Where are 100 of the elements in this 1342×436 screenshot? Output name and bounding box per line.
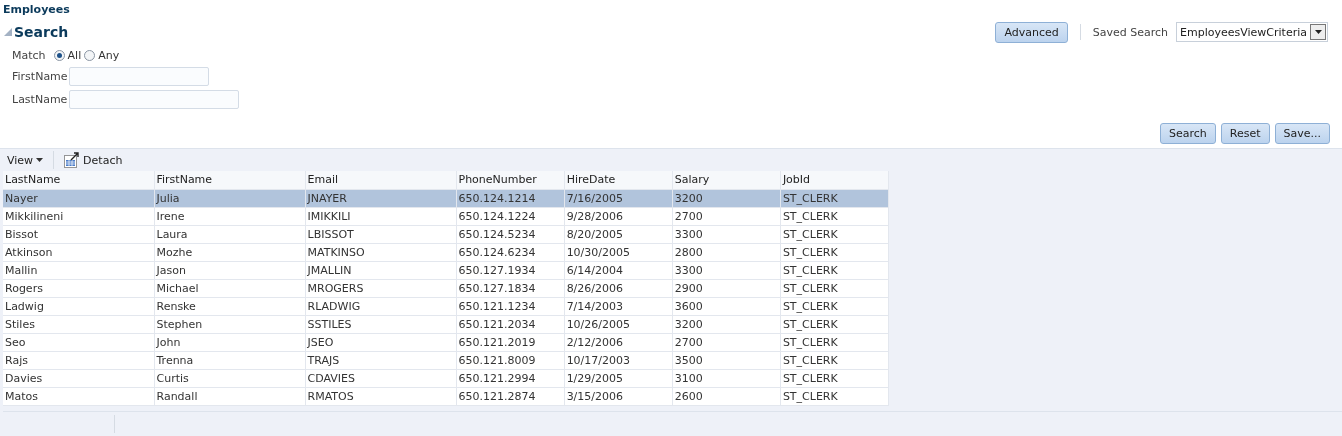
table-cell: Laura (154, 225, 305, 243)
table-cell: JMALLIN (305, 261, 456, 279)
action-button[interactable]: Save... (1274, 123, 1330, 144)
table-cell: Michael (154, 279, 305, 297)
table-cell: 650.121.2034 (456, 315, 565, 333)
table-cell: 8/20/2005 (564, 225, 673, 243)
column-header[interactable]: PhoneNumber (456, 171, 565, 189)
table-cell: Stephen (154, 315, 305, 333)
table-cell: 8/26/2006 (564, 279, 673, 297)
table-cell: ST_CLERK (780, 279, 889, 297)
table-cell: RMATOS (305, 387, 456, 405)
table-cell: IMIKKILI (305, 207, 456, 225)
detach-icon (64, 152, 81, 168)
table-cell: ST_CLERK (780, 207, 889, 225)
column-header[interactable]: HireDate (564, 171, 673, 189)
field-label: LastName (12, 93, 69, 106)
saved-search-dropdown[interactable]: EmployeesViewCriteria (1176, 22, 1328, 42)
action-button[interactable]: Reset (1220, 123, 1270, 144)
table-cell: 7/14/2003 (564, 297, 673, 315)
table-cell: 6/14/2004 (564, 261, 673, 279)
column-header[interactable]: LastName (3, 171, 154, 189)
table-cell: Atkinson (3, 243, 154, 261)
table-cell: 1/29/2005 (564, 369, 673, 387)
table-cell: Rogers (3, 279, 154, 297)
table-cell: Trenna (154, 351, 305, 369)
view-menu[interactable]: View (3, 153, 48, 167)
table-cell: 650.127.1934 (456, 261, 565, 279)
table-cell: ST_CLERK (780, 315, 889, 333)
table-cell: Jason (154, 261, 305, 279)
table-cell: 2/12/2006 (564, 333, 673, 351)
table-cell: ST_CLERK (780, 333, 889, 351)
table-cell: Bissot (3, 225, 154, 243)
table-cell: Mikkilineni (3, 207, 154, 225)
table-cell: John (154, 333, 305, 351)
table-cell: 10/17/2003 (564, 351, 673, 369)
panel-title: Employees (2, 2, 71, 18)
table-cell: 650.121.2994 (456, 369, 565, 387)
table-cell: CDAVIES (305, 369, 456, 387)
table-cell: 3600 (672, 297, 781, 315)
table-cell: Seo (3, 333, 154, 351)
radio-button[interactable] (53, 49, 65, 61)
table-cell: 3300 (672, 225, 781, 243)
table-cell: 650.121.1234 (456, 297, 565, 315)
table-cell: 650.127.1834 (456, 279, 565, 297)
table-cell: Stiles (3, 315, 154, 333)
table-cell: ST_CLERK (780, 243, 889, 261)
table-cell: 650.124.6234 (456, 243, 565, 261)
table-cell: ST_CLERK (780, 387, 889, 405)
table-cell: RLADWIG (305, 297, 456, 315)
table-cell: 2700 (672, 333, 781, 351)
column-header[interactable]: JobId (780, 171, 889, 189)
table-cell: SSTILES (305, 315, 456, 333)
radio-label: All (67, 48, 82, 62)
input-field[interactable] (69, 67, 209, 86)
table-cell: 2800 (672, 243, 781, 261)
table-cell: MATKINSO (305, 243, 456, 261)
caret-icon (36, 158, 44, 162)
table-cell: ST_CLERK (780, 369, 889, 387)
column-header[interactable]: Email (305, 171, 456, 189)
table-cell: 3200 (672, 315, 781, 333)
table-cell: LBISSOT (305, 225, 456, 243)
table-cell: Mozhe (154, 243, 305, 261)
table-cell: 650.121.2874 (456, 387, 565, 405)
table-cell: ST_CLERK (780, 225, 889, 243)
table-cell: 2700 (672, 207, 781, 225)
table-cell: Irene (154, 207, 305, 225)
table-cell: Ladwig (3, 297, 154, 315)
radio-label: Any (98, 48, 120, 62)
table-cell: ST_CLERK (780, 351, 889, 369)
table-cell: MROGERS (305, 279, 456, 297)
section-title: Search (14, 24, 69, 40)
detach-button[interactable]: Detach (60, 152, 127, 168)
table-cell: Renske (154, 297, 305, 315)
table-cell: Curtis (154, 369, 305, 387)
table-cell: Rajs (3, 351, 154, 369)
action-button[interactable]: Search (1159, 123, 1216, 144)
column-header[interactable]: Salary (672, 171, 781, 189)
table-cell: 3/15/2006 (564, 387, 673, 405)
advanced-button[interactable]: Advanced (995, 21, 1068, 43)
radio-button[interactable] (84, 49, 96, 61)
saved-search-label: Saved Search (1092, 25, 1168, 39)
table-cell: 650.124.5234 (456, 225, 565, 243)
table-cell: 2600 (672, 387, 781, 405)
match-label: Match (12, 48, 46, 62)
table-cell: 10/30/2005 (564, 243, 673, 261)
table-cell: Matos (3, 387, 154, 405)
field-label: FirstName (12, 70, 69, 83)
column-header[interactable]: FirstName (154, 171, 305, 189)
table-cell: 10/26/2005 (564, 315, 673, 333)
table-cell: 3500 (672, 351, 781, 369)
input-field[interactable] (69, 90, 239, 109)
table-cell: 650.124.1224 (456, 207, 565, 225)
table-cell: Randall (154, 387, 305, 405)
table-cell: ST_CLERK (780, 261, 889, 279)
table-cell: 3100 (672, 369, 781, 387)
table-cell: Mallin (3, 261, 154, 279)
table-cell: TRAJS (305, 351, 456, 369)
table-cell: ST_CLERK (780, 297, 889, 315)
table-cell: 650.121.2019 (456, 333, 565, 351)
disclosure-icon[interactable] (4, 28, 12, 36)
